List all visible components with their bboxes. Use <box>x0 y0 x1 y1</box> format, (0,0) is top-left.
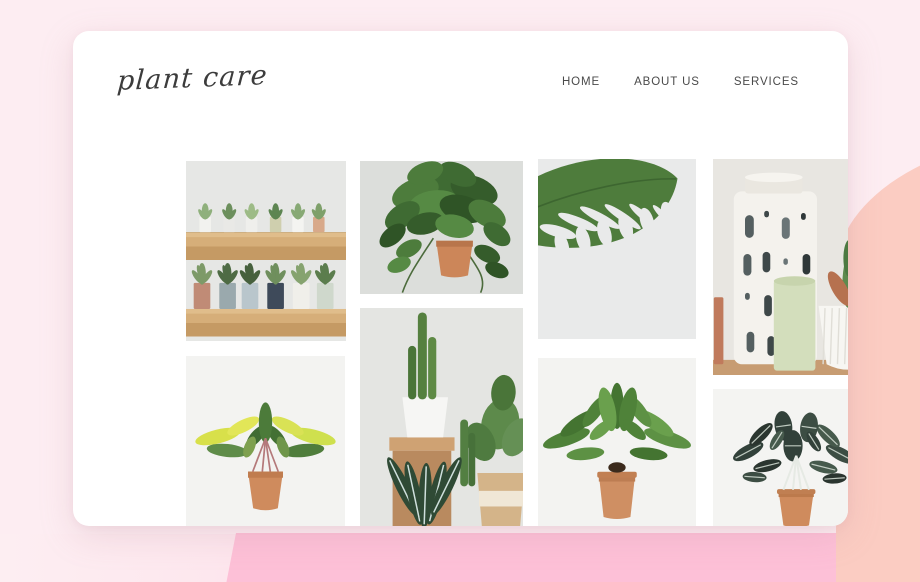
site-header: plant care HOME ABOUT US SERVICES <box>73 31 848 129</box>
nav-link-about-us[interactable]: ABOUT US <box>634 76 700 88</box>
gallery-photo-cacti-collection[interactable] <box>360 308 523 526</box>
gallery-photo-pothos[interactable] <box>360 161 523 294</box>
gallery-photo-monstera-leaf[interactable] <box>538 159 696 339</box>
gallery-photo-calathea[interactable] <box>713 389 848 526</box>
nav-link-services[interactable]: SERVICES <box>734 76 799 88</box>
website-card: plant care HOME ABOUT US SERVICES <box>73 31 848 526</box>
gallery-photo-yellow-leaf-plant[interactable] <box>186 356 345 526</box>
gallery-photo-birds-nest-fern[interactable] <box>538 358 696 526</box>
salmon-blob-shape <box>836 132 920 582</box>
photo-gallery <box>113 129 848 526</box>
gallery-photo-shelf-succulents[interactable] <box>186 161 346 341</box>
nav-link-home[interactable]: HOME <box>562 76 600 88</box>
main-nav: HOME ABOUT US SERVICES <box>562 76 799 88</box>
brand-logo[interactable]: plant care <box>116 60 269 97</box>
pink-diagonal-shape <box>212 533 920 582</box>
gallery-photo-ceramic-vases[interactable] <box>713 159 848 375</box>
